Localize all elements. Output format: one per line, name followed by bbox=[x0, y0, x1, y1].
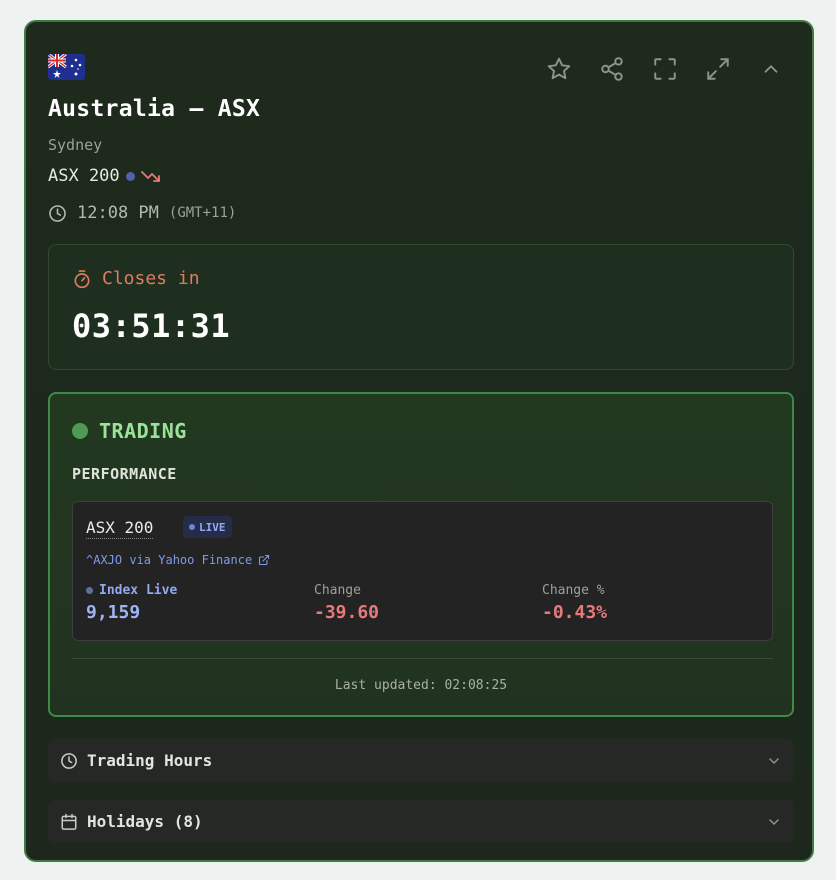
index-quote-card: ASX 200 LIVE ^AXJO via Yahoo Finance Ind… bbox=[72, 501, 773, 641]
favorite-star-icon[interactable] bbox=[544, 54, 574, 84]
australia-flag-icon bbox=[48, 54, 85, 80]
index-name: ASX 200 bbox=[48, 166, 120, 186]
divider bbox=[72, 658, 773, 659]
metric-value: -0.43% bbox=[542, 602, 608, 623]
index-summary: ASX 200 bbox=[48, 166, 161, 186]
live-indicator-dot bbox=[86, 587, 93, 594]
clock-icon bbox=[48, 204, 67, 223]
chevron-down-icon bbox=[766, 814, 782, 830]
stopwatch-icon bbox=[72, 269, 92, 289]
status-label: TRADING bbox=[99, 419, 187, 443]
clock-icon bbox=[60, 752, 78, 770]
fullscreen-icon[interactable] bbox=[650, 54, 680, 84]
index-status-dot bbox=[125, 171, 135, 181]
card-actions bbox=[544, 54, 786, 84]
metric-change: Change -39.60 bbox=[314, 583, 379, 623]
local-time-row: 12:08 PM (GMT+11) bbox=[48, 203, 236, 223]
external-link-icon bbox=[258, 554, 270, 566]
local-time: 12:08 PM bbox=[77, 203, 159, 223]
live-badge-label: LIVE bbox=[199, 520, 226, 534]
last-updated: Last updated: 02:08:25 bbox=[334, 678, 508, 693]
accordion-label: Trading Hours bbox=[87, 751, 213, 770]
countdown-timer: 03:51:31 bbox=[72, 307, 231, 345]
market-status: TRADING bbox=[72, 419, 187, 443]
market-title: Australia – ASX bbox=[48, 96, 261, 122]
status-dot bbox=[72, 423, 88, 439]
timezone: (GMT+11) bbox=[168, 205, 237, 221]
metric-label: Change % bbox=[542, 583, 605, 598]
holidays-accordion[interactable]: Holidays (8) bbox=[48, 800, 794, 843]
quote-index-name[interactable]: ASX 200 bbox=[86, 518, 154, 539]
metric-index-live-label-row: Index Live bbox=[86, 583, 177, 598]
closes-in-label: Closes in bbox=[102, 268, 200, 289]
metric-label: Change bbox=[314, 583, 361, 598]
market-city: Sydney bbox=[48, 136, 103, 154]
source-link[interactable]: ^AXJO via Yahoo Finance bbox=[86, 553, 270, 567]
chevron-down-icon bbox=[766, 753, 782, 769]
metric-label: Index Live bbox=[99, 583, 178, 598]
metric-index-live: Index Live 9,159 bbox=[86, 583, 177, 623]
share-icon[interactable] bbox=[597, 54, 627, 84]
trading-hours-accordion[interactable]: Trading Hours bbox=[48, 739, 794, 782]
collapse-chevron-up-icon[interactable] bbox=[756, 54, 786, 84]
close-countdown-panel: Closes in 03:51:31 bbox=[48, 244, 794, 370]
metric-value: 9,159 bbox=[86, 602, 141, 623]
performance-heading: PERFORMANCE bbox=[72, 465, 177, 483]
accordion-label: Holidays (8) bbox=[87, 812, 203, 831]
closes-in-label-row: Closes in bbox=[72, 268, 200, 289]
market-card: Australia – ASX Sydney ASX 200 12:08 PM … bbox=[24, 20, 814, 862]
calendar-icon bbox=[60, 813, 78, 831]
live-dot bbox=[189, 524, 195, 530]
expand-icon[interactable] bbox=[703, 54, 733, 84]
source-text: ^AXJO via Yahoo Finance bbox=[86, 553, 253, 567]
trend-down-icon bbox=[140, 169, 161, 183]
metric-change-percent: Change % -0.43% bbox=[542, 583, 607, 623]
live-badge: LIVE bbox=[183, 516, 232, 538]
trading-status-panel: TRADING PERFORMANCE ASX 200 LIVE ^AXJO v… bbox=[48, 392, 794, 717]
metric-value: -39.60 bbox=[314, 602, 380, 623]
